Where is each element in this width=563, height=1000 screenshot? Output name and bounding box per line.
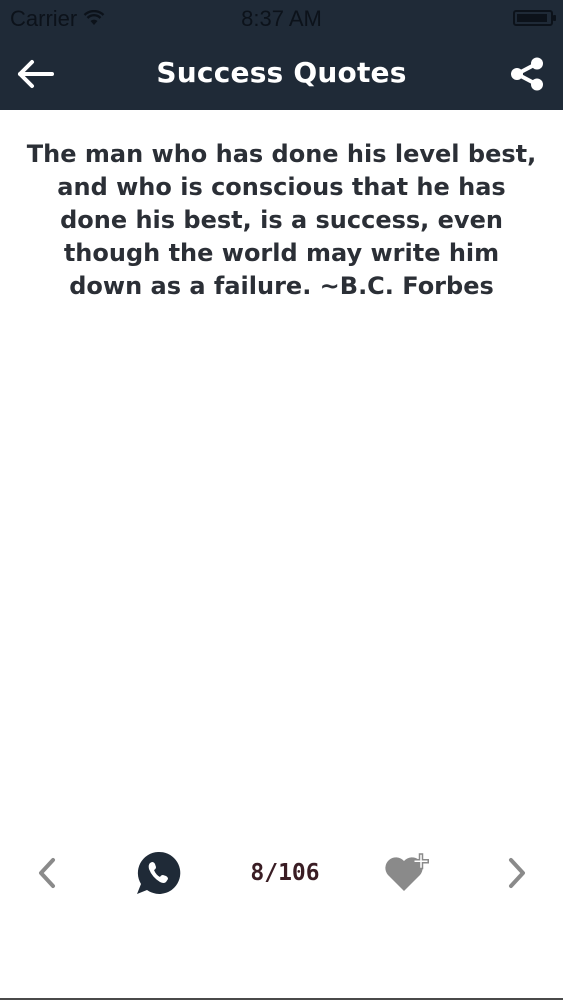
page-counter: 8/106 [250,860,320,886]
status-time: 8:37 AM [241,6,322,31]
heart-plus-icon [385,853,429,891]
share-icon [511,57,543,91]
top-bar: Carrier 8:37 AM Success Quotes [0,0,563,110]
chevron-right-icon [509,858,525,888]
status-bar: Carrier 8:37 AM [0,0,563,38]
add-favorite-button[interactable] [378,838,438,908]
whatsapp-icon [137,851,181,894]
next-button[interactable] [492,838,542,908]
chevron-left-icon [39,858,55,888]
nav-bar: Success Quotes [0,38,563,110]
battery-icon [513,10,556,26]
screen: Carrier 8:37 AM Success Quotes The man w… [0,0,563,1000]
previous-button[interactable] [22,838,72,908]
page-title: Success Quotes [156,56,407,89]
whatsapp-button[interactable] [130,838,186,908]
share-button[interactable] [505,52,549,96]
bottom-toolbar: 8/106 [0,838,563,908]
quote-text: The man who has done his level best, and… [26,140,537,300]
